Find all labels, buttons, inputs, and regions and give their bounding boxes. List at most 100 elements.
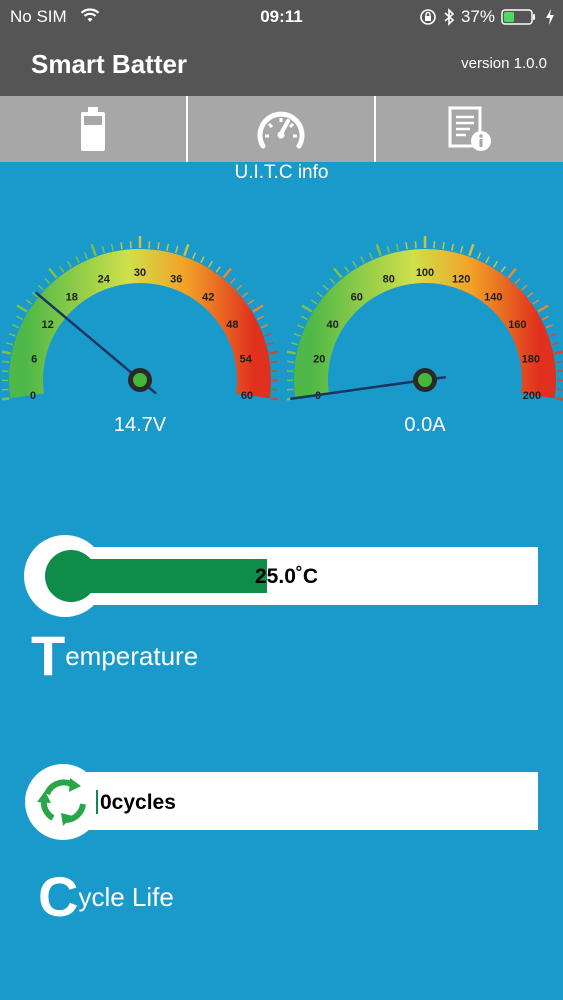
current-tick-label: 140 <box>484 291 502 303</box>
info-document-icon <box>448 106 491 151</box>
current-tick-mark <box>310 299 318 305</box>
section-label: U.I.T.C info <box>234 162 329 183</box>
voltage-tick-mark <box>44 278 51 285</box>
cycle-life-caption: Cycle Life <box>38 864 174 929</box>
current-tick-mark <box>554 350 563 355</box>
voltage-tick-mark <box>12 324 20 329</box>
voltage-tick-mark <box>37 284 44 291</box>
cycle-life-caption-rest: ycle Life <box>78 882 174 912</box>
temperature-caption-rest: emperature <box>65 641 199 671</box>
current-tick-mark <box>532 299 540 305</box>
cycle-life-fill <box>96 790 98 814</box>
charging-bolt-icon <box>546 9 554 25</box>
current-readout: 0.0A <box>404 414 446 436</box>
voltage-tick-mark <box>200 256 205 264</box>
temperature-caption: Temperature <box>31 623 198 688</box>
current-tick-mark <box>507 267 517 279</box>
current-tick-mark <box>297 324 305 329</box>
voltage-readout: 14.7V <box>113 414 167 436</box>
voltage-tick-mark <box>270 397 278 401</box>
current-tick-mark <box>555 397 563 401</box>
voltage-tick-label: 18 <box>66 291 78 303</box>
voltage-tick-label: 6 <box>31 353 37 365</box>
battery-percent: 37% <box>460 7 495 26</box>
voltage-tick-mark <box>120 242 123 250</box>
current-tick-mark <box>287 350 296 355</box>
current-tick-mark <box>301 304 313 313</box>
voltage-tick-mark <box>174 245 179 254</box>
current-tick-label: 180 <box>522 353 540 365</box>
current-tick-mark <box>459 245 464 254</box>
cycle-life-panel: 0cycles Cycle Life <box>0 762 563 928</box>
current-tick-mark <box>344 266 350 273</box>
voltage-tick-label: 42 <box>202 291 214 303</box>
current-tick-mark <box>451 243 455 251</box>
voltage-tick-mark <box>229 278 236 285</box>
bluetooth-icon <box>444 8 455 26</box>
voltage-tick-mark <box>191 252 197 260</box>
voltage-tick-mark <box>215 266 221 273</box>
current-tick-mark <box>333 267 343 279</box>
nav-bar: Smart Batter version 1.0.0 <box>0 34 563 96</box>
voltage-tick-mark <box>157 242 160 250</box>
voltage-tick-mark <box>59 266 65 273</box>
current-tick-mark <box>352 260 357 268</box>
orientation-lock-icon <box>420 9 436 25</box>
voltage-tick-mark <box>83 252 89 260</box>
temperature-value: 25.0˚C <box>255 565 319 588</box>
voltage-tick-label: 12 <box>41 319 53 331</box>
current-tick-mark <box>468 243 475 257</box>
current-tick-mark <box>316 291 323 298</box>
tab-battery[interactable] <box>0 96 186 162</box>
current-tick-label: 160 <box>508 319 526 331</box>
current-gauge: 020406080100120140160180200 <box>287 236 563 402</box>
tab-bar <box>0 96 563 162</box>
voltage-tick-mark <box>67 260 72 268</box>
temperature-fill <box>70 559 267 593</box>
battery-icon <box>81 107 105 151</box>
current-tick-mark <box>493 260 498 268</box>
tab-info[interactable] <box>376 96 563 162</box>
current-tick-mark <box>545 324 553 329</box>
current-tick-mark <box>301 315 309 321</box>
current-tick-label: 40 <box>326 319 338 331</box>
current-tick-mark <box>527 291 534 298</box>
speedometer-icon <box>257 111 305 149</box>
voltage-tick-label: 30 <box>134 267 146 279</box>
voltage-gauge: 0 6 12 18 24 30 36 42 48 54 60 <box>2 236 278 402</box>
current-tick-mark <box>293 333 301 337</box>
current-tick-label: 20 <box>313 353 325 365</box>
current-tick-mark <box>442 242 445 250</box>
voltage-tick-mark <box>269 350 278 355</box>
current-tick-mark <box>549 333 557 337</box>
current-tick-label: 200 <box>523 390 541 402</box>
current-tick-mark <box>485 256 490 264</box>
voltage-tick-mark <box>5 342 14 346</box>
battery-status-icon <box>501 9 535 25</box>
voltage-tick-mark <box>2 397 10 401</box>
current-tick-mark <box>368 252 374 260</box>
cycle-life-caption-initial: C <box>38 865 79 928</box>
tab-gauges[interactable] <box>188 96 374 162</box>
voltage-tick-mark <box>222 267 232 279</box>
current-tick-mark <box>329 278 336 285</box>
current-tick-mark <box>290 342 299 346</box>
voltage-tick-label: 24 <box>98 273 111 285</box>
current-tick-mark <box>476 252 482 260</box>
voltage-tick-label: 0 <box>30 390 36 402</box>
voltage-tick-mark <box>260 324 268 329</box>
current-tick-mark <box>500 266 506 273</box>
current-tick-mark <box>395 243 399 251</box>
cycle-life-value: 0cycles <box>100 791 176 814</box>
voltage-tick-label: 60 <box>241 390 253 402</box>
voltage-tick-mark <box>208 260 213 268</box>
current-tick-mark <box>386 245 391 254</box>
version-label: version 1.0.0 <box>461 55 547 72</box>
voltage-tick-mark <box>266 342 275 346</box>
temperature-panel: 25.0˚C Temperature <box>0 535 563 687</box>
voltage-tick-mark <box>75 256 80 264</box>
voltage-tick-label: 36 <box>170 273 182 285</box>
voltage-hub-center <box>133 373 147 387</box>
voltage-tick-mark <box>256 315 264 321</box>
status-bar: No SIM 09:11 37% <box>0 0 563 34</box>
